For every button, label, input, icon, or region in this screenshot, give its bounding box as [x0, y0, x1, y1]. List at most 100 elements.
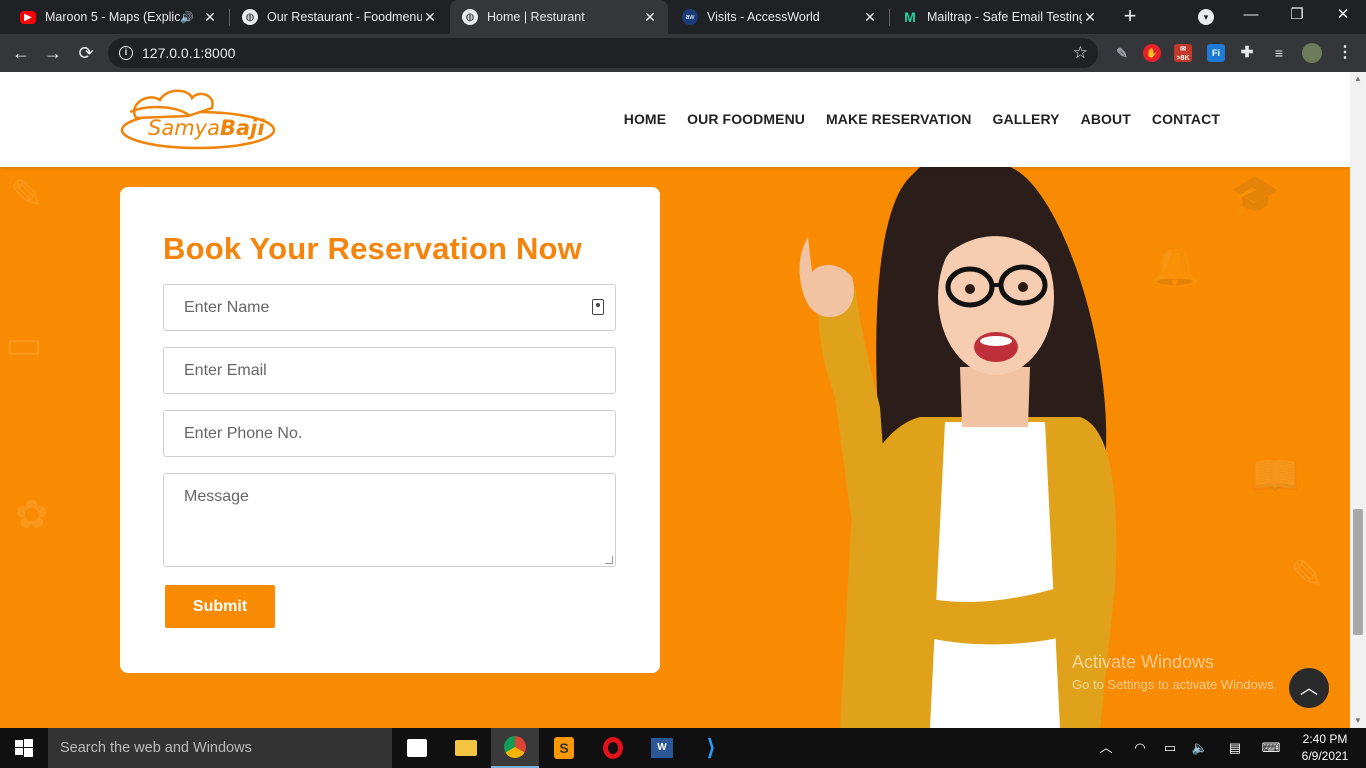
- pen-extension-icon[interactable]: ✎: [1113, 44, 1131, 62]
- keyboard-icon[interactable]: ⌨: [1258, 728, 1284, 768]
- address-bar[interactable]: i 127.0.0.1:8000 ☆: [108, 38, 1098, 68]
- notifications-icon[interactable]: ▤: [1225, 728, 1245, 768]
- watermark-line-2: Go to Settings to activate Windows.: [1072, 677, 1278, 692]
- sublime-text-icon[interactable]: S: [540, 728, 588, 768]
- reservation-card: Book Your Reservation Now Enter Name Ent…: [120, 187, 660, 673]
- chrome-menu-icon[interactable]: ⋮: [1336, 44, 1354, 62]
- page-viewport: SamyaBaji HOME OUR FOODMENU MAKE RESERVA…: [0, 72, 1350, 728]
- back-arrow-icon[interactable]: ←: [9, 41, 33, 65]
- logo-text-samya: Samya: [148, 116, 220, 140]
- nav-gallery[interactable]: GALLERY: [993, 111, 1060, 127]
- nav-make-reservation[interactable]: MAKE RESERVATION: [826, 111, 972, 127]
- browser-tab-strip: ▶ Maroon 5 - Maps (Explicit 🔊 ✕ ◍ Our Re…: [0, 0, 1366, 34]
- file-explorer-icon[interactable]: [442, 728, 490, 768]
- name-input[interactable]: Enter Name: [163, 284, 616, 331]
- accessworld-icon: aw: [682, 9, 698, 25]
- reload-icon[interactable]: ⟳: [74, 41, 98, 65]
- nav-about[interactable]: ABOUT: [1081, 111, 1131, 127]
- phone-input[interactable]: Enter Phone No.: [163, 410, 616, 457]
- windows-logo-icon: [15, 739, 33, 757]
- minimize-icon[interactable]: —: [1228, 0, 1274, 34]
- tab-search-icon[interactable]: ▾: [1198, 9, 1214, 25]
- network-wifi-icon[interactable]: ◠: [1130, 728, 1150, 768]
- logo-text-baji: Baji: [219, 116, 265, 140]
- nav-contact[interactable]: CONTACT: [1152, 111, 1220, 127]
- chevron-up-icon: ︿: [1300, 678, 1318, 698]
- background-doodle: ✎: [10, 173, 44, 217]
- site-logo[interactable]: SamyaBaji: [118, 86, 278, 154]
- store-app-icon[interactable]: [393, 728, 441, 768]
- close-tab-icon[interactable]: ✕: [422, 9, 438, 26]
- youtube-icon: ▶: [20, 10, 36, 24]
- word-app-icon[interactable]: W: [638, 728, 686, 768]
- chrome-app-icon[interactable]: [491, 728, 539, 768]
- tab-title: Home | Resturant: [487, 10, 585, 24]
- name-placeholder: Enter Name: [184, 298, 270, 316]
- globe-icon: ◍: [242, 9, 258, 25]
- hero-woman-image: [760, 167, 1140, 728]
- scrollbar-thumb[interactable]: [1353, 509, 1363, 635]
- globe-icon: ◍: [462, 9, 478, 25]
- scroll-down-arrow-icon[interactable]: ▼: [1350, 714, 1366, 728]
- tab-accessworld[interactable]: aw Visits - AccessWorld ✕: [670, 0, 888, 34]
- taskbar-clock[interactable]: 2:40 PM 6/9/2021: [1292, 731, 1358, 765]
- message-placeholder: Message: [184, 488, 249, 505]
- windows-activation-watermark: Activate Windows Go to Settings to activ…: [1072, 652, 1277, 692]
- logo-text: SamyaBaji: [148, 116, 265, 140]
- media-queue-icon[interactable]: ≡: [1270, 44, 1288, 62]
- email-input[interactable]: Enter Email: [163, 347, 616, 394]
- extension-badge: >8K: [1176, 55, 1190, 62]
- forward-arrow-icon[interactable]: →: [41, 41, 65, 65]
- background-doodle: 🎓: [1230, 174, 1280, 218]
- close-tab-icon[interactable]: ✕: [202, 9, 218, 26]
- message-textarea[interactable]: Message: [163, 473, 616, 567]
- tab-foodmenu[interactable]: ◍ Our Restaurant - Foodmenu ✕: [230, 0, 448, 34]
- background-doodle: 🔔: [1150, 244, 1200, 288]
- volume-icon[interactable]: 🔈: [1190, 728, 1210, 768]
- tab-title: Visits - AccessWorld: [707, 10, 820, 24]
- main-nav: HOME OUR FOODMENU MAKE RESERVATION GALLE…: [624, 111, 1220, 127]
- url-text[interactable]: 127.0.0.1:8000: [142, 45, 235, 61]
- new-tab-button[interactable]: +: [1118, 4, 1142, 30]
- background-doodle: ▭: [5, 323, 43, 367]
- background-doodle: ✿: [15, 493, 49, 537]
- speaker-icon[interactable]: 🔊: [180, 11, 194, 24]
- scroll-up-arrow-icon[interactable]: ▲: [1350, 72, 1366, 86]
- battery-icon[interactable]: ▭: [1160, 728, 1180, 768]
- page-scrollbar[interactable]: ▲ ▼: [1350, 72, 1366, 728]
- background-doodle: ✎: [1290, 553, 1324, 597]
- profile-avatar[interactable]: [1302, 43, 1322, 63]
- opera-browser-icon[interactable]: [589, 728, 637, 768]
- scroll-to-top-button[interactable]: ︿: [1289, 668, 1329, 708]
- tab-home-resturant[interactable]: ◍ Home | Resturant ✕: [450, 0, 668, 34]
- tray-overflow-chevron-icon[interactable]: ︿: [1096, 728, 1116, 768]
- fi-extension-icon[interactable]: Fi: [1207, 44, 1225, 62]
- taskbar-search-box[interactable]: Search the web and Windows: [48, 728, 392, 768]
- clock-date: 6/9/2021: [1301, 749, 1349, 763]
- browser-toolbar: ← → ⟳ i 127.0.0.1:8000 ☆ ✎ ✋ ✉ >8K Fi ✚ ≡…: [0, 34, 1366, 72]
- watermark-line-1: Activate Windows: [1072, 652, 1215, 672]
- restore-icon[interactable]: ❐: [1274, 0, 1320, 34]
- close-tab-icon[interactable]: ✕: [1082, 9, 1098, 26]
- contact-card-icon[interactable]: [592, 299, 604, 315]
- start-button[interactable]: [0, 728, 48, 768]
- bookmark-star-icon[interactable]: ☆: [1073, 43, 1088, 63]
- close-tab-icon[interactable]: ✕: [862, 9, 878, 26]
- close-window-icon[interactable]: ✕: [1320, 0, 1366, 34]
- tab-mailtrap[interactable]: M Mailtrap - Safe Email Testing ✕: [890, 0, 1108, 34]
- nav-our-foodmenu[interactable]: OUR FOODMENU: [687, 111, 805, 127]
- site-info-icon[interactable]: i: [119, 46, 133, 60]
- tab-title: Maroon 5 - Maps (Explicit: [45, 10, 181, 24]
- vscode-icon[interactable]: ⟩: [687, 728, 735, 768]
- clock-time: 2:40 PM: [1302, 732, 1348, 746]
- tab-youtube[interactable]: ▶ Maroon 5 - Maps (Explicit 🔊 ✕: [8, 0, 228, 34]
- mailtrap-icon: M: [904, 9, 916, 25]
- adblock-extension-icon[interactable]: ✋: [1143, 44, 1161, 62]
- resize-handle-icon[interactable]: [605, 556, 613, 564]
- close-tab-icon[interactable]: ✕: [642, 9, 658, 26]
- puzzle-extensions-icon[interactable]: ✚: [1238, 44, 1256, 62]
- tab-title: Our Restaurant - Foodmenu: [267, 10, 422, 24]
- submit-button[interactable]: Submit: [165, 585, 275, 628]
- gmail-extension-icon[interactable]: ✉ >8K: [1174, 44, 1192, 62]
- nav-home[interactable]: HOME: [624, 111, 666, 127]
